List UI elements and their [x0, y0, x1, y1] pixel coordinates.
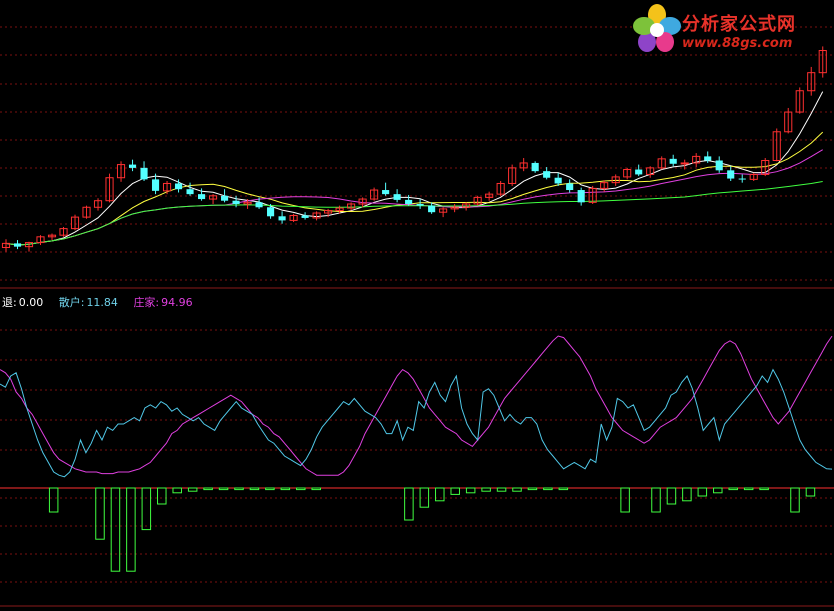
candle-body	[727, 170, 735, 179]
candle-body	[669, 158, 677, 164]
histogram-bar	[280, 487, 291, 491]
candle-body	[186, 189, 194, 195]
flower-icon	[633, 4, 681, 52]
histogram-bar	[296, 487, 306, 491]
candle-body	[405, 199, 413, 204]
candle-body	[543, 171, 551, 178]
ma-line	[5, 131, 824, 246]
histogram-bar	[172, 487, 182, 494]
histogram-bar	[203, 487, 213, 491]
candle-body	[382, 190, 390, 195]
histogram-bar	[527, 487, 538, 491]
candle-body	[140, 167, 148, 180]
ma-line	[5, 181, 823, 246]
candle-body	[738, 178, 746, 180]
candle-body	[680, 162, 689, 165]
ma-line	[5, 149, 823, 246]
legend-retail-label: 散户:	[58, 296, 85, 309]
histogram-bar	[218, 487, 229, 491]
candle-body	[554, 177, 562, 184]
histogram-bar	[651, 487, 661, 513]
candle-body	[428, 205, 436, 213]
histogram-bar	[481, 487, 491, 492]
indicator-panel	[0, 335, 834, 572]
legend-retail-value: 11.84	[86, 296, 118, 309]
histogram-bar	[95, 487, 105, 540]
histogram-bar	[728, 487, 738, 491]
legend-exit-label: 退:	[2, 296, 17, 309]
histogram-bar	[450, 487, 460, 495]
retail-line	[0, 368, 833, 478]
histogram-bar	[666, 487, 677, 505]
histogram-bar	[620, 487, 630, 513]
histogram-bar	[234, 487, 244, 491]
histogram-bar	[404, 487, 414, 521]
candle-body	[278, 216, 286, 221]
histogram-bar	[187, 487, 198, 492]
logo-url: www.88gs.com	[682, 36, 793, 51]
legend-exit-value: 0.00	[18, 296, 44, 309]
legend-dealer: 庄家: 94.96	[133, 296, 198, 309]
histogram-bar	[126, 487, 136, 572]
candle-body	[128, 164, 137, 168]
histogram-bar	[141, 487, 152, 531]
candle-body	[704, 156, 712, 161]
indicator-legend: 退: 0.00 散户: 11.84 庄家: 94.96	[2, 294, 205, 310]
histogram-bar	[512, 487, 522, 492]
logo-title: 分析家公式网	[682, 14, 796, 35]
histogram-bar	[435, 487, 445, 502]
histogram-bar	[790, 487, 800, 513]
histogram-bar	[697, 487, 708, 497]
histogram-bar	[110, 487, 121, 572]
watermark-logo: 分析家公式网 www.88gs.com	[630, 2, 830, 58]
candle-body	[151, 179, 160, 191]
candle-body	[635, 169, 643, 175]
histogram-bar	[157, 487, 167, 505]
histogram-bar	[543, 487, 553, 491]
histogram-bar	[48, 487, 59, 513]
grid-lines	[0, 26, 834, 607]
candle-body	[715, 160, 723, 171]
candle-body	[416, 203, 424, 206]
histogram-bar	[496, 487, 507, 492]
legend-retail: 散户: 11.84	[59, 296, 128, 309]
candle-body	[301, 215, 309, 218]
legend-exit: 退: 0.00	[2, 296, 53, 309]
histogram-bar	[713, 487, 723, 494]
histogram-bar	[743, 487, 754, 491]
price-panel	[1, 46, 827, 252]
histogram-bar	[465, 487, 476, 494]
histogram-bar	[249, 487, 260, 491]
candle-body	[174, 183, 183, 190]
histogram-bar	[558, 487, 569, 491]
histogram-bar	[311, 487, 321, 491]
legend-dealer-label: 庄家:	[133, 296, 160, 309]
dealer-line	[0, 335, 833, 476]
candle-body	[220, 195, 229, 201]
candle-body	[232, 200, 240, 204]
histogram-bar	[805, 487, 816, 497]
candle-body	[577, 190, 585, 203]
histogram-bar	[265, 487, 275, 491]
candle-body	[13, 243, 22, 247]
candle-body	[267, 207, 275, 217]
candle-body	[197, 194, 206, 200]
histogram-bar	[682, 487, 692, 502]
legend-dealer-value: 94.96	[161, 296, 193, 309]
candle-body	[393, 194, 401, 200]
histogram-bar	[759, 487, 769, 491]
candle-body	[566, 183, 574, 191]
candle-body	[531, 162, 539, 172]
candle-body	[255, 202, 263, 208]
